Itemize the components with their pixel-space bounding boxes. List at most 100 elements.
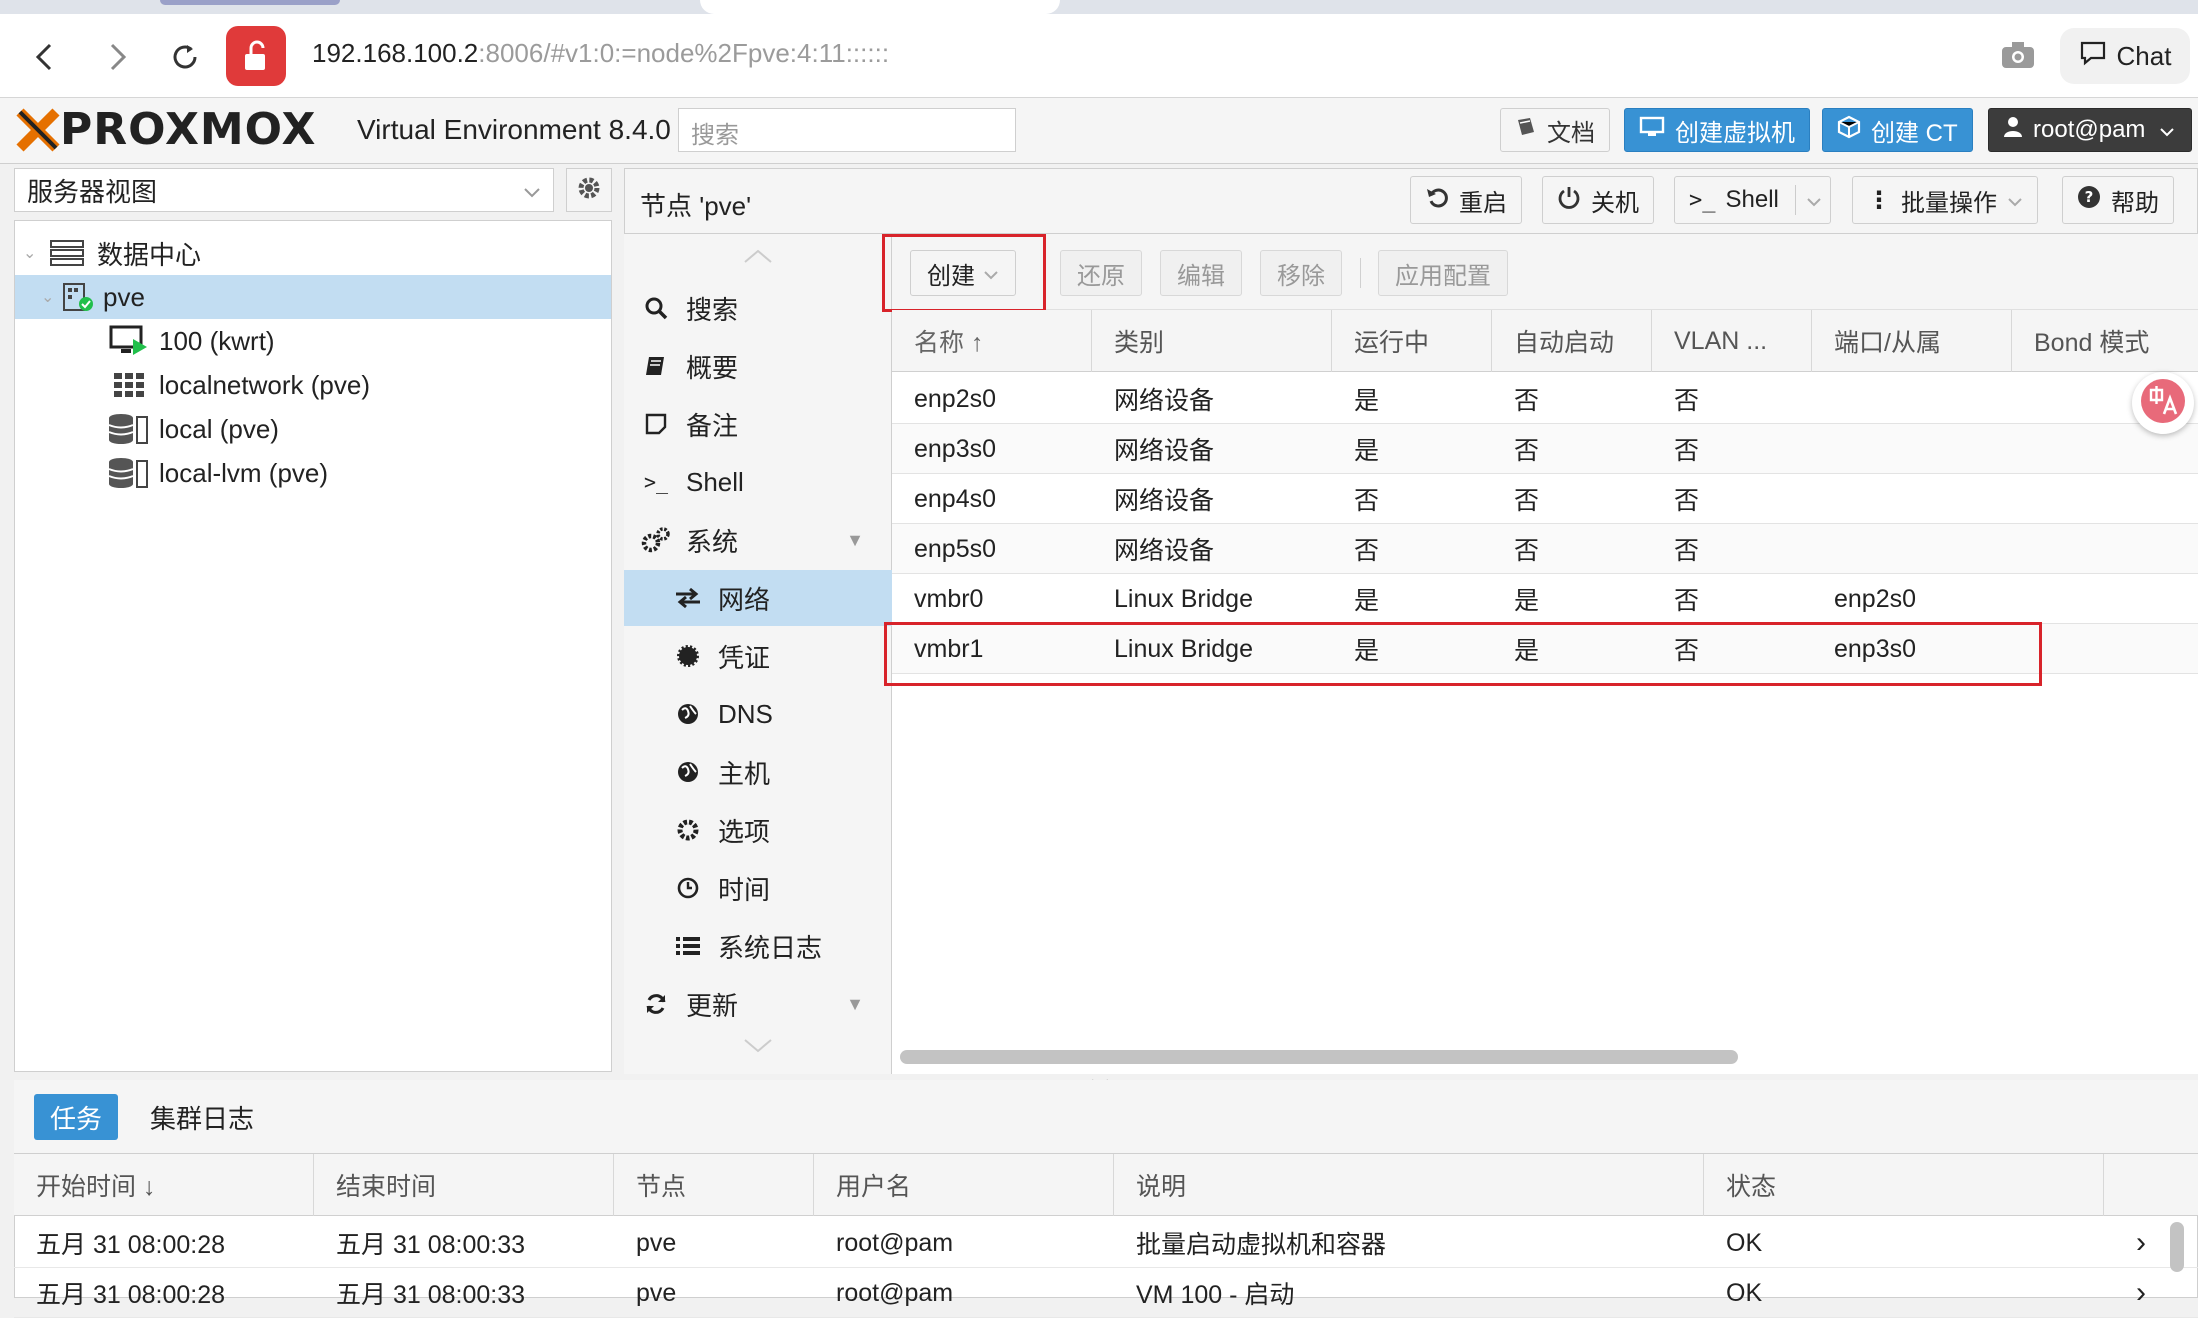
help-button[interactable]: ? 帮助	[2062, 176, 2174, 224]
col-bond-mode[interactable]: Bond 模式	[2012, 310, 2198, 372]
col-active[interactable]: 运行中	[1332, 310, 1492, 372]
chevron-down-icon[interactable]	[1806, 186, 1822, 214]
caret-down-icon[interactable]: ▼	[846, 530, 864, 551]
chevron-right-icon[interactable]: ›	[2114, 1218, 2146, 1268]
menu-item-dns[interactable]: DNS	[624, 686, 892, 742]
cell-ports: enp2s0	[1834, 584, 1917, 613]
cell-vlan: 否	[1674, 487, 1700, 515]
cell-vlan: 否	[1674, 587, 1700, 615]
user-label: root@pam	[2033, 116, 2146, 143]
url-text[interactable]: 192.168.100.2:8006/#v1:0:=node%2Fpve:4:1…	[312, 38, 889, 69]
browser-tab-active[interactable]	[700, 0, 1060, 14]
tab-tasks[interactable]: 任务	[34, 1094, 119, 1140]
col-start-time[interactable]: 开始时间 ↓	[14, 1154, 314, 1216]
col-status[interactable]: 状态	[1704, 1154, 2104, 1216]
menu-item-summary[interactable]: 概要	[624, 338, 892, 394]
menu-item-syslog[interactable]: 系统日志	[624, 918, 892, 974]
scroll-down-icon[interactable]	[624, 1038, 892, 1059]
create-vm-button[interactable]: 创建虚拟机	[1624, 108, 1810, 152]
terminal-icon: >_	[643, 470, 669, 494]
split-divider	[1794, 185, 1796, 215]
col-ports[interactable]: 端口/从属	[1812, 310, 2012, 372]
gear-icon	[576, 175, 602, 206]
vertical-scrollbar[interactable]	[2170, 1222, 2184, 1272]
back-icon[interactable]	[20, 32, 70, 82]
menu-item-shell[interactable]: >_ Shell	[624, 454, 892, 510]
col-vlan[interactable]: VLAN ...	[1652, 310, 1812, 372]
edit-button[interactable]: 编辑	[1160, 250, 1242, 296]
tree-item-local[interactable]: local (pve)	[15, 407, 611, 451]
tree-item-datacenter[interactable]: ⌄ 数据中心	[15, 231, 611, 275]
chevron-down-icon	[2159, 116, 2175, 144]
task-row[interactable]: 五月 31 08:00:28 五月 31 08:00:33 pve root@p…	[14, 1268, 2198, 1318]
col-description[interactable]: 说明	[1114, 1154, 1704, 1216]
task-row[interactable]: 五月 31 08:00:28 五月 31 08:00:33 pve root@p…	[14, 1218, 2198, 1268]
menu-item-updates[interactable]: 更新 ▼	[624, 976, 892, 1032]
tree-item-vm-100[interactable]: 100 (kwrt)	[15, 319, 611, 363]
tree-item-label: localnetwork (pve)	[159, 369, 370, 400]
cogs-icon	[640, 527, 672, 553]
menu-item-time[interactable]: 时间	[624, 860, 892, 916]
translate-button[interactable]	[2132, 372, 2194, 434]
col-user[interactable]: 用户名	[814, 1154, 1114, 1216]
menu-label: 系统日志	[718, 932, 823, 963]
revert-button[interactable]: 还原	[1060, 250, 1142, 296]
create-button[interactable]: 创建	[910, 250, 1016, 296]
apply-config-button[interactable]: 应用配置	[1378, 250, 1508, 296]
menu-item-notes[interactable]: 备注	[624, 396, 892, 452]
table-row[interactable]: enp5s0 网络设备 否 否 否	[892, 524, 2198, 574]
view-selector[interactable]: 服务器视图	[14, 168, 554, 212]
user-menu-button[interactable]: root@pam	[1988, 108, 2192, 152]
unlock-icon[interactable]	[226, 26, 286, 86]
tree-item-local-lvm[interactable]: local-lvm (pve)	[15, 451, 611, 495]
col-autostart[interactable]: 自动启动	[1492, 310, 1652, 372]
proxmox-logo[interactable]: PROXMOX	[16, 104, 316, 155]
cell-ports	[1812, 374, 1834, 424]
menu-item-hosts[interactable]: 主机	[624, 744, 892, 800]
forward-icon[interactable]	[92, 32, 142, 82]
docs-button[interactable]: 文档	[1500, 108, 1610, 152]
tree-item-pve[interactable]: ⌄ pve	[15, 275, 611, 319]
shutdown-button[interactable]: 关机	[1542, 176, 1654, 224]
table-row[interactable]: vmbr0 Linux Bridge 是 是 否 enp2s0	[892, 574, 2198, 624]
menu-item-network[interactable]: 网络	[624, 570, 892, 626]
shell-label: Shell	[1725, 186, 1779, 213]
tree-settings-button[interactable]	[566, 168, 612, 212]
col-node[interactable]: 节点	[614, 1154, 814, 1216]
horizontal-scrollbar[interactable]	[900, 1050, 1738, 1064]
tree-item-localnetwork[interactable]: localnetwork (pve)	[15, 363, 611, 407]
table-row[interactable]: enp3s0 网络设备 是 否 否	[892, 424, 2198, 474]
chevron-down-icon	[523, 175, 541, 206]
col-name[interactable]: 名称 ↑	[892, 310, 1092, 372]
caret-down-icon[interactable]: ▼	[846, 994, 864, 1015]
sdn-grid-icon	[107, 367, 151, 403]
table-row[interactable]: enp2s0 网络设备 是 否 否	[892, 374, 2198, 424]
col-type[interactable]: 类别	[1092, 310, 1332, 372]
menu-item-options[interactable]: 选项	[624, 802, 892, 858]
restart-button[interactable]: 重启	[1410, 176, 1522, 224]
camera-icon[interactable]	[2000, 40, 2036, 70]
table-row[interactable]: vmbr1 Linux Bridge 是 是 否 enp3s0	[892, 624, 2198, 674]
shell-button[interactable]: >_ Shell	[1674, 176, 1831, 224]
search-icon	[640, 296, 672, 320]
create-ct-button[interactable]: 创建 CT	[1822, 108, 1973, 152]
menu-item-system[interactable]: 系统 ▼	[624, 512, 892, 568]
cell-type: 网络设备	[1114, 387, 1215, 415]
chat-button[interactable]: Chat	[2060, 28, 2190, 84]
tab-cluster-log[interactable]: 集群日志	[134, 1094, 270, 1140]
menu-item-certificates[interactable]: 凭证	[624, 628, 892, 684]
remove-button[interactable]: 移除	[1260, 250, 1342, 296]
bulk-actions-button[interactable]: ⋮ 批量操作	[1852, 176, 2038, 224]
cell-active: 否	[1354, 487, 1380, 515]
menu-item-search[interactable]: 搜索	[624, 280, 892, 336]
reload-icon[interactable]	[160, 32, 210, 82]
col-end-time[interactable]: 结束时间	[314, 1154, 614, 1216]
chevron-right-icon[interactable]: ›	[2114, 1268, 2146, 1318]
tree-item-label: local-lvm (pve)	[159, 457, 329, 488]
scroll-up-icon[interactable]	[624, 248, 892, 269]
search-input[interactable]: 搜索	[678, 108, 1016, 152]
globe-icon	[672, 760, 704, 784]
browser-tab[interactable]	[160, 0, 340, 5]
table-row[interactable]: enp4s0 网络设备 否 否 否	[892, 474, 2198, 524]
product-version: Virtual Environment 8.4.0	[357, 114, 671, 145]
